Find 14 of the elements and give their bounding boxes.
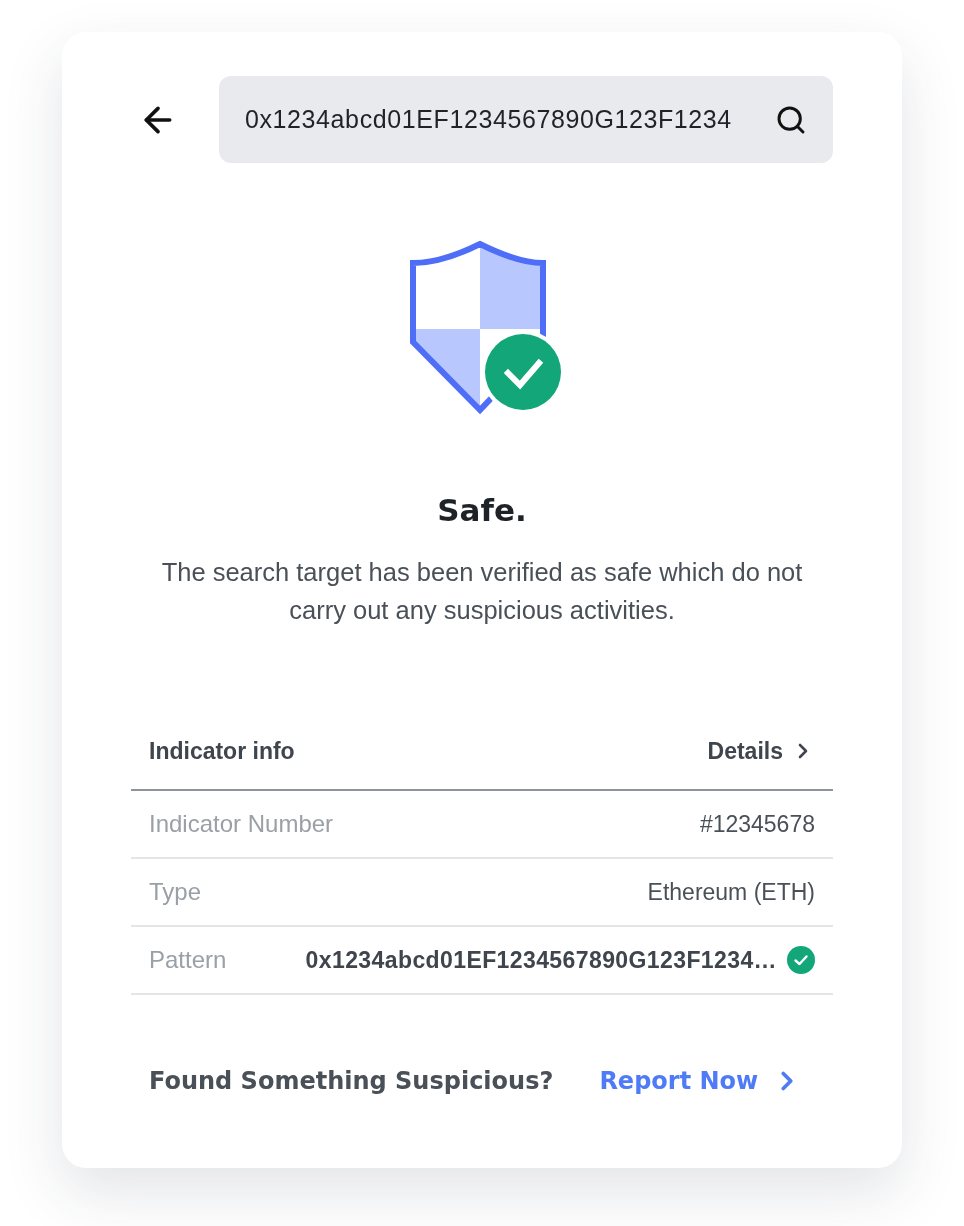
details-link[interactable]: Details [707, 733, 815, 769]
report-now-link[interactable]: Report Now [599, 1063, 803, 1099]
status-description: The search target has been verified as safe which do not carry out any suspicious activities. [160, 557, 804, 626]
search-input[interactable]: 0x1234abcd01EF1234567890G123F1234 [245, 100, 767, 139]
row-label: Indicator Number [149, 809, 334, 839]
row-label: Pattern [149, 945, 227, 975]
status-title: Safe. [436, 492, 528, 528]
search-field[interactable]: 0x1234abcd01EF1234567890G123F1234 [219, 76, 833, 163]
row-value: #12345678 [699, 809, 815, 839]
report-prompt: Found Something Suspicious? [149, 1066, 554, 1097]
row-value: Ethereum (ETH) [647, 877, 815, 907]
row-label: Type [149, 877, 202, 907]
section-title: Indicator info [149, 736, 295, 766]
row-value: 0x1234abcd01EF1234567890G123F1234… [305, 945, 777, 975]
